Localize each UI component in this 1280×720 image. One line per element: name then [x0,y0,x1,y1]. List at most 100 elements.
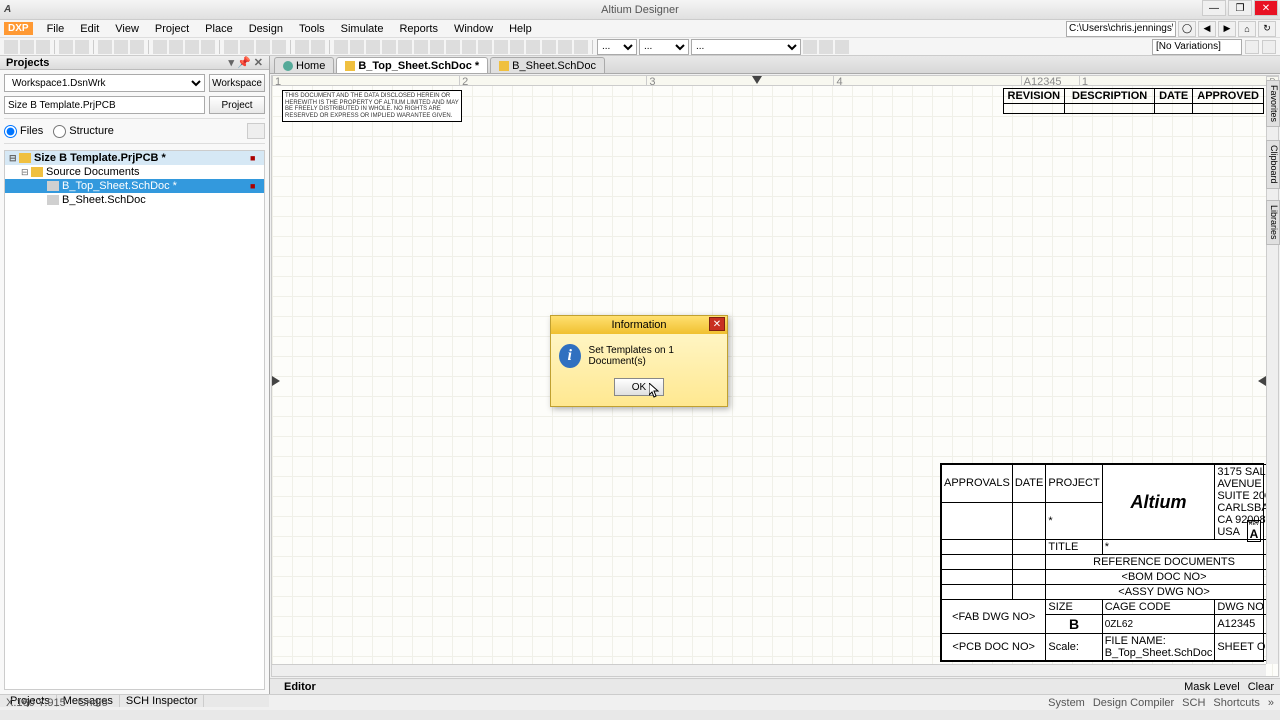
panel-pin-icon[interactable]: 📌 [237,56,251,69]
path-input[interactable] [1066,21,1176,37]
zoom-select-icon[interactable] [130,40,144,54]
menu-tools[interactable]: Tools [291,21,333,37]
files-radio[interactable]: Files [4,125,43,138]
project-button[interactable]: Project [209,96,265,114]
tab-sheet[interactable]: B_Sheet.SchDoc [490,57,605,73]
wire-icon[interactable] [334,40,348,54]
tree-doc-sheet[interactable]: B_Sheet.SchDoc [5,193,264,207]
move-icon[interactable] [240,40,254,54]
nav-home-button[interactable]: ⌂ [1238,21,1256,37]
structure-radio[interactable]: Structure [53,125,114,138]
net-label-icon[interactable] [398,40,412,54]
sheet-symbol-icon[interactable] [446,40,460,54]
nav-refresh-button[interactable]: ↻ [1258,21,1276,37]
clear-button[interactable]: Clear [1248,681,1274,693]
menu-edit[interactable]: Edit [72,21,107,37]
tab-top-sheet[interactable]: B_Top_Sheet.SchDoc * [336,57,488,73]
variations-combo[interactable] [1152,39,1242,55]
project-field[interactable] [4,96,205,114]
tree-options-button[interactable] [247,123,265,139]
nav-back-button[interactable]: ◀ [1198,21,1216,37]
select-icon[interactable] [224,40,238,54]
menu-help[interactable]: Help [501,21,540,37]
side-tab-libraries[interactable]: Libraries [1266,200,1280,245]
open-icon[interactable] [20,40,34,54]
mask-level-button[interactable]: Mask Level [1184,681,1240,693]
project-tree[interactable]: ⊟ Size B Template.PrjPCB * ■ ⊟ Source Do… [4,150,265,690]
dxp-button[interactable]: DXP [4,22,33,35]
dialog-close-button[interactable]: ✕ [709,317,725,331]
disclaimer-note: THIS DOCUMENT AND THE DATA DISCLOSED HER… [282,90,462,122]
workspace-select[interactable]: Workspace1.DsnWrk [4,74,205,92]
btab-sch-inspector[interactable]: SCH Inspector [120,695,205,707]
schematic-canvas[interactable]: 1234A123451 DCBA THIS DOCUMENT AND THE D… [271,75,1279,677]
maximize-button[interactable]: ❐ [1228,0,1252,16]
zoom-area-icon[interactable] [114,40,128,54]
zoom-fit-icon[interactable] [98,40,112,54]
horizontal-scrollbar[interactable] [272,664,1266,676]
menu-view[interactable]: View [107,21,147,37]
power-port-icon[interactable] [414,40,428,54]
harness-entry-icon[interactable] [510,40,524,54]
combo-2[interactable]: ... [639,39,689,55]
menu-file[interactable]: File [39,21,73,37]
menu-simulate[interactable]: Simulate [333,21,392,37]
clear-icon[interactable] [272,40,286,54]
close-button[interactable]: ✕ [1254,0,1278,16]
side-tab-favorites[interactable]: Favorites [1266,80,1280,127]
status-system[interactable]: System [1048,697,1085,709]
grid-icon[interactable] [835,40,849,54]
deselect-icon[interactable] [256,40,270,54]
menu-place[interactable]: Place [197,21,241,37]
combo-3[interactable]: ... [691,39,801,55]
editor-tab[interactable]: Editor [276,681,324,693]
menu-project[interactable]: Project [147,21,197,37]
status-shortcuts[interactable]: Shortcuts [1213,697,1259,709]
tree-source-documents[interactable]: ⊟ Source Documents [5,165,264,179]
port-icon[interactable] [526,40,540,54]
status-help-icon[interactable]: » [1268,697,1274,709]
place-text-icon[interactable] [558,40,572,54]
workspace-button[interactable]: Workspace [209,74,265,92]
tab-home[interactable]: Home [274,57,334,73]
nav-fwd-button[interactable]: ▶ [1218,21,1236,37]
variation-btn-2[interactable] [1262,40,1276,54]
menu-design[interactable]: Design [241,21,291,37]
minimize-button[interactable]: — [1202,0,1226,16]
save-icon[interactable] [36,40,50,54]
rubber-stamp-icon[interactable] [201,40,215,54]
menu-reports[interactable]: Reports [391,21,446,37]
nav-go-button[interactable]: ◯ [1178,21,1196,37]
signal-harness-icon[interactable] [366,40,380,54]
new-icon[interactable] [4,40,18,54]
side-tab-clipboard[interactable]: Clipboard [1266,140,1280,189]
undo-icon[interactable] [295,40,309,54]
print-icon[interactable] [59,40,73,54]
list-icon[interactable] [819,40,833,54]
drawing-tools-icon[interactable] [574,40,588,54]
no-erc-icon[interactable] [542,40,556,54]
paste-icon[interactable] [185,40,199,54]
combo-1[interactable]: ... [597,39,637,55]
redo-icon[interactable] [311,40,325,54]
harness-connector-icon[interactable] [494,40,508,54]
status-design-compiler[interactable]: Design Compiler [1093,697,1174,709]
menu-window[interactable]: Window [446,21,501,37]
bus-entry-icon[interactable] [382,40,396,54]
copy-icon[interactable] [169,40,183,54]
tree-project-root[interactable]: ⊟ Size B Template.PrjPCB * ■ [5,151,264,165]
dialog-ok-button[interactable]: OK [614,378,664,396]
variation-btn-1[interactable] [1245,40,1259,54]
status-sch[interactable]: SCH [1182,697,1205,709]
preview-icon[interactable] [75,40,89,54]
align-icon[interactable] [803,40,817,54]
panel-close-icon[interactable]: ✕ [254,56,263,69]
tree-doc-top-sheet[interactable]: B_Top_Sheet.SchDoc * ■ [5,179,264,193]
dialog-titlebar[interactable]: Information ✕ [551,316,727,334]
cut-icon[interactable] [153,40,167,54]
sheet-entry-icon[interactable] [462,40,476,54]
device-sheet-icon[interactable] [478,40,492,54]
part-icon[interactable] [430,40,444,54]
panel-dropdown-icon[interactable]: ▾ [229,56,235,69]
bus-icon[interactable] [350,40,364,54]
